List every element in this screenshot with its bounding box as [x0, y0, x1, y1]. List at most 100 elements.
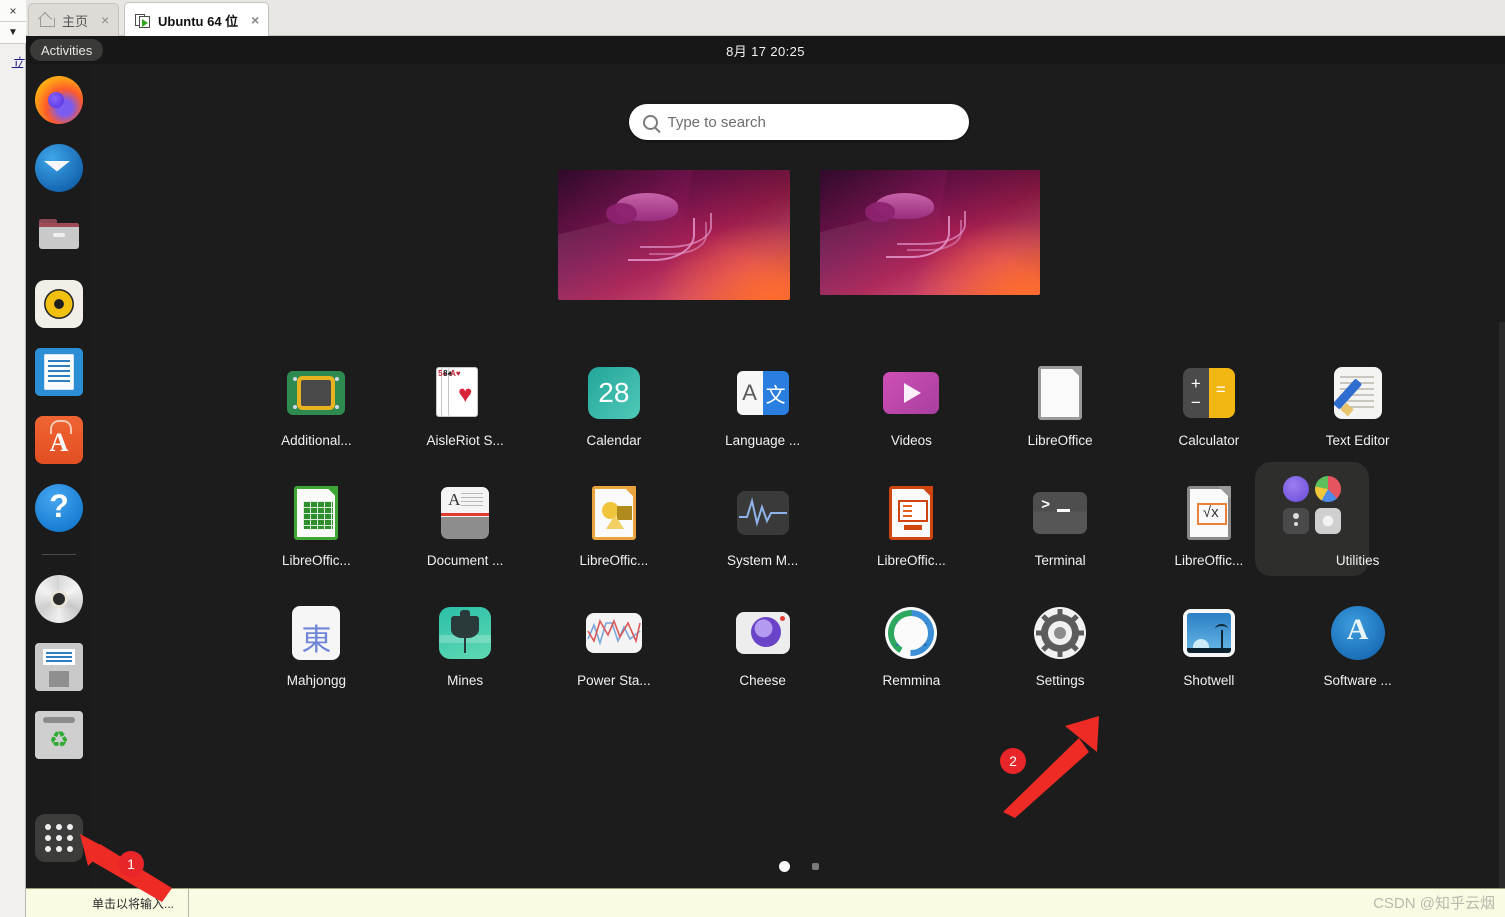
vm-icon: [135, 13, 151, 28]
app-aisleriot-solitaire[interactable]: 5♦ 8♣ A♥ ♥ AisleRiot S...: [391, 364, 540, 448]
tab-ubuntu-vm[interactable]: Ubuntu 64 位 ×: [124, 2, 270, 37]
app-ubuntu-software[interactable]: Software ...: [1283, 603, 1432, 688]
thunderbird-icon: [35, 144, 83, 192]
library-close-icon[interactable]: ×: [0, 0, 26, 22]
workspace-thumbnails: [92, 170, 1505, 300]
app-text-editor[interactable]: Text Editor: [1283, 364, 1432, 448]
vmware-tab-strip: 主页 × Ubuntu 64 位 ×: [0, 0, 1505, 37]
app-libreoffice-impress[interactable]: LibreOffic...: [837, 484, 986, 568]
firefox-icon: [35, 76, 83, 124]
app-label: Mahjongg: [286, 673, 347, 688]
app-label: Document ...: [426, 553, 504, 568]
app-libreoffice-draw[interactable]: LibreOffic...: [540, 484, 689, 568]
app-label: Videos: [890, 433, 932, 448]
app-label: Language ...: [725, 433, 801, 448]
dock-separator: [42, 554, 76, 555]
power-statistics-icon: [585, 604, 643, 662]
app-label: AisleRiot S...: [426, 433, 504, 448]
calculator-icon: + − =: [1180, 364, 1238, 422]
workspace-thumbnail-1[interactable]: [557, 170, 790, 300]
app-label: Mines: [447, 673, 484, 688]
home-icon: [39, 13, 55, 27]
annotation-badge-2: 2: [1000, 748, 1026, 774]
ubuntu-software-icon: [35, 416, 83, 464]
page-indicator: [92, 861, 1505, 872]
dock-item-ubuntu-software[interactable]: [35, 416, 83, 464]
status-hint-text: 单击以将输入...: [62, 889, 190, 917]
search-input[interactable]: Type to search: [628, 104, 969, 140]
app-label: Calendar: [586, 433, 642, 448]
system-monitor-icon: [734, 484, 792, 542]
app-videos[interactable]: Videos: [837, 364, 986, 448]
app-additional-drivers[interactable]: Additional...: [242, 364, 391, 448]
settings-icon: [1031, 604, 1089, 662]
app-libreoffice[interactable]: LibreOffice: [986, 364, 1135, 448]
help-icon: [35, 484, 83, 532]
app-label: Shotwell: [1183, 673, 1235, 688]
document-scanner-icon: A: [436, 484, 494, 542]
language-icon-latin: A: [736, 371, 763, 415]
app-shotwell[interactable]: Shotwell: [1135, 604, 1284, 688]
dock-item-firefox[interactable]: [35, 76, 83, 124]
terminal-icon: >: [1031, 484, 1089, 542]
files-icon: [35, 212, 83, 260]
app-cheese[interactable]: Cheese: [688, 604, 837, 688]
app-label: LibreOffic...: [281, 553, 351, 568]
app-system-monitor[interactable]: System M...: [688, 484, 837, 568]
gnome-top-bar: Activities 8月 17 20:25: [26, 36, 1505, 64]
dock-item-rhythmbox[interactable]: [35, 280, 83, 328]
dock-item-thunderbird[interactable]: [35, 144, 83, 192]
tab-ubuntu-vm-close-icon[interactable]: ×: [251, 12, 259, 28]
app-label: Text Editor: [1325, 433, 1390, 448]
library-dropdown-icon[interactable]: ▼: [0, 22, 26, 44]
dock-item-disk-image[interactable]: [35, 643, 83, 691]
cheese-icon: [734, 604, 792, 662]
app-folder-utilities[interactable]: Utilities: [1255, 462, 1432, 576]
library-vertical-text: 立: [9, 56, 24, 69]
app-terminal[interactable]: > Terminal: [986, 484, 1135, 568]
videos-icon: [882, 364, 940, 422]
app-mahjongg[interactable]: Mahjongg: [242, 604, 391, 688]
annotation-badge-1: 1: [118, 851, 144, 877]
disc-icon: [35, 575, 83, 623]
dock-item-files[interactable]: [35, 212, 83, 260]
app-libreoffice-calc[interactable]: LibreOffic...: [242, 484, 391, 568]
top-bar-clock[interactable]: 8月 17 20:25: [26, 36, 1505, 64]
overview-right-edge: [1499, 322, 1505, 888]
app-label: Software ...: [1323, 673, 1392, 688]
app-label: Remmina: [882, 673, 941, 688]
dock-item-help[interactable]: [35, 484, 83, 532]
dock-item-libreoffice-writer[interactable]: [35, 348, 83, 396]
app-power-statistics[interactable]: Power Sta...: [540, 604, 689, 688]
tab-ubuntu-vm-label: Ubuntu 64 位: [158, 13, 239, 29]
search-area: Type to search: [92, 104, 1505, 140]
dock-item-cd-drive[interactable]: [35, 575, 83, 623]
show-applications-button[interactable]: [35, 814, 83, 862]
app-remmina[interactable]: ❯❮ Remmina: [837, 604, 986, 688]
tab-home[interactable]: 主页 ×: [28, 3, 120, 36]
libreoffice-math-icon: [1180, 484, 1238, 542]
mahjongg-icon: [287, 604, 345, 662]
calendar-icon-day: 28: [587, 367, 640, 419]
tab-home-close-icon[interactable]: ×: [101, 12, 109, 28]
mini-icon-space: [1283, 476, 1310, 502]
page-dot-2[interactable]: [811, 863, 819, 870]
page-dot-1[interactable]: [778, 861, 790, 872]
app-label: Power Sta...: [577, 673, 651, 688]
app-settings[interactable]: Settings: [986, 604, 1135, 688]
app-language-support[interactable]: A 文 Language ...: [688, 364, 837, 448]
additional-drivers-icon: [287, 364, 346, 422]
search-placeholder: Type to search: [667, 113, 766, 131]
ubuntu-guest-screen: Activities 8月 17 20:25 A ? ♻ Type to sea…: [26, 36, 1505, 888]
gnome-dock: ♻: [26, 64, 92, 888]
floppy-icon: [35, 643, 83, 691]
app-calculator[interactable]: + − = Calculator: [1135, 364, 1284, 448]
app-mines[interactable]: Mines: [391, 604, 540, 688]
app-document-scanner[interactable]: A Document ...: [391, 484, 540, 568]
aisleriot-solitaire-icon: 5♦ 8♣ A♥ ♥: [436, 364, 494, 422]
dock-item-trash[interactable]: ♻: [35, 711, 83, 759]
vmware-status-bar: 单击以将输入...: [26, 888, 1505, 917]
workspace-thumbnail-2[interactable]: [819, 170, 1040, 295]
app-calendar[interactable]: 28 Calendar: [540, 364, 689, 448]
vmware-window: 主页 × Ubuntu 64 位 × × ▼ 立 Activities 8月 1…: [0, 0, 1505, 917]
